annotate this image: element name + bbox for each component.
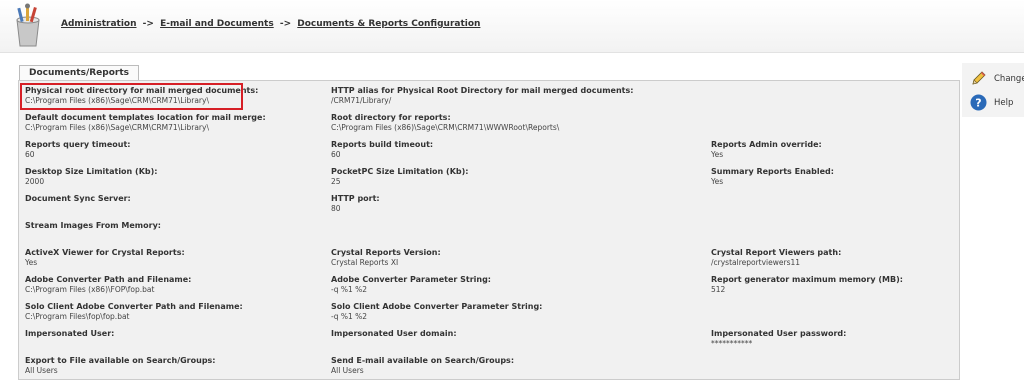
field-label: Adobe Converter Path and Filename: [25,275,192,284]
field-label: Send E-mail available on Search/Groups: [331,356,515,365]
field-label: Impersonated User password: [711,329,847,338]
field-label: Summary Reports Enabled: [711,167,834,176]
field-label: PocketPC Size Limitation (Kb): [331,167,469,176]
field-label: Desktop Size Limitation (Kb): [25,167,158,176]
field-label: Reports query timeout: [25,140,131,149]
change-label: Change [994,74,1024,84]
help-icon: ? [970,94,987,111]
field-value: C:\Program Files\fop\fop.bat [25,312,130,321]
field-value: 60 [331,150,341,159]
field-label: HTTP alias for Physical Root Directory f… [331,86,634,95]
field-reports-query-timeout: Reports query timeout: 60 [25,140,130,160]
field-export-to-file: Export to File available on Search/Group… [25,356,216,376]
field-value: -q %1 %2 [331,285,368,294]
field-label: Solo Client Adobe Converter Parameter St… [331,302,543,311]
administration-tools-icon [8,2,48,48]
field-reports-build-timeout: Reports build timeout: 60 [331,140,433,160]
field-value: C:\Program Files (x86)\Sage\CRM\CRM71\Li… [25,123,209,132]
field-label: Crystal Reports Version: [331,248,441,257]
field-http-alias: HTTP alias for Physical Root Directory f… [331,86,633,106]
field-value: /crystalreportviewers11 [711,258,801,267]
field-label: Adobe Converter Parameter String: [331,275,492,284]
field-crystal-report-viewers-path: Crystal Report Viewers path: /crystalrep… [711,248,841,268]
field-label: Export to File available on Search/Group… [25,356,216,365]
field-value: 60 [25,150,35,159]
breadcrumb-separator: -> [142,19,154,29]
help-label: Help [994,98,1014,108]
field-value: All Users [331,366,364,375]
field-report-generator-max-memory: Report generator maximum memory (MB): 51… [711,275,903,295]
action-panel: Change ? Help [962,63,1024,117]
field-activex-viewer: ActiveX Viewer for Crystal Reports: Yes [25,248,185,268]
field-value: C:\Program Files (x86)\Sage\CRM\CRM71\WW… [331,123,560,132]
field-solo-adobe-converter-parameters: Solo Client Adobe Converter Parameter St… [331,302,542,322]
field-value: 2000 [25,177,45,186]
field-adobe-converter-parameters: Adobe Converter Parameter String: -q %1 … [331,275,491,295]
field-label: Reports Admin override: [711,140,822,149]
field-summary-reports-enabled: Summary Reports Enabled: Yes [711,167,834,187]
field-label: Crystal Report Viewers path: [711,248,842,257]
field-label: Default document templates location for … [25,113,266,122]
field-http-port: HTTP port: 80 [331,194,380,214]
tab-documents-reports[interactable]: Documents/Reports [19,65,139,81]
field-stream-images-from-memory: Stream Images From Memory: [25,221,161,231]
breadcrumb-separator: -> [279,19,292,29]
field-send-email: Send E-mail available on Search/Groups: … [331,356,514,376]
field-value: /CRM71/Library/ [331,96,392,105]
field-crystal-reports-version: Crystal Reports Version: Crystal Reports… [331,248,441,268]
breadcrumb-documents-reports-link[interactable]: Documents & Reports Configuration [297,19,480,29]
highlight-box [20,83,243,110]
field-label: Report generator maximum memory (MB): [711,275,903,284]
field-value: -q %1 %2 [331,312,368,321]
field-label: Impersonated User domain: [331,329,457,338]
field-label: Reports build timeout: [331,140,434,149]
page-header: Administration -> E-mail and Documents -… [0,0,1024,53]
field-value: All Users [25,366,58,375]
field-label: Stream Images From Memory: [25,221,161,230]
field-document-sync-server: Document Sync Server: [25,194,131,204]
field-label: Solo Client Adobe Converter Path and Fil… [25,302,243,311]
pencil-icon [970,70,987,87]
field-impersonated-user: Impersonated User: [25,329,114,339]
field-value: 25 [331,177,341,186]
field-value: Crystal Reports XI [331,258,399,267]
field-reports-admin-override: Reports Admin override: Yes [711,140,822,160]
svg-text:?: ? [975,97,981,110]
field-value: Yes [711,177,724,186]
field-value: *********** [711,339,753,348]
field-value: 512 [711,285,726,294]
field-default-templates-location: Default document templates location for … [25,113,266,133]
breadcrumb-administration-link[interactable]: Administration [61,19,137,29]
field-adobe-converter-path: Adobe Converter Path and Filename: C:\Pr… [25,275,191,295]
breadcrumb-email-documents-link[interactable]: E-mail and Documents [160,19,274,29]
field-desktop-size-limitation: Desktop Size Limitation (Kb): 2000 [25,167,157,187]
field-impersonated-user-domain: Impersonated User domain: [331,329,457,339]
field-label: HTTP port: [331,194,380,203]
field-label: Impersonated User: [25,329,115,338]
field-value: Yes [25,258,38,267]
field-label: Document Sync Server: [25,194,131,203]
field-impersonated-user-password: Impersonated User password: *********** [711,329,846,349]
field-pocketpc-size-limitation: PocketPC Size Limitation (Kb): 25 [331,167,468,187]
field-value: C:\Program Files (x86)\FOP\fop.bat [25,285,155,294]
field-value: 80 [331,204,341,213]
field-label: Root directory for reports: [331,113,451,122]
field-solo-adobe-converter-path: Solo Client Adobe Converter Path and Fil… [25,302,243,322]
breadcrumb: Administration -> E-mail and Documents -… [61,19,480,29]
field-label: ActiveX Viewer for Crystal Reports: [25,248,185,257]
field-root-directory-reports: Root directory for reports: C:\Program F… [331,113,559,133]
field-value: Yes [711,150,724,159]
